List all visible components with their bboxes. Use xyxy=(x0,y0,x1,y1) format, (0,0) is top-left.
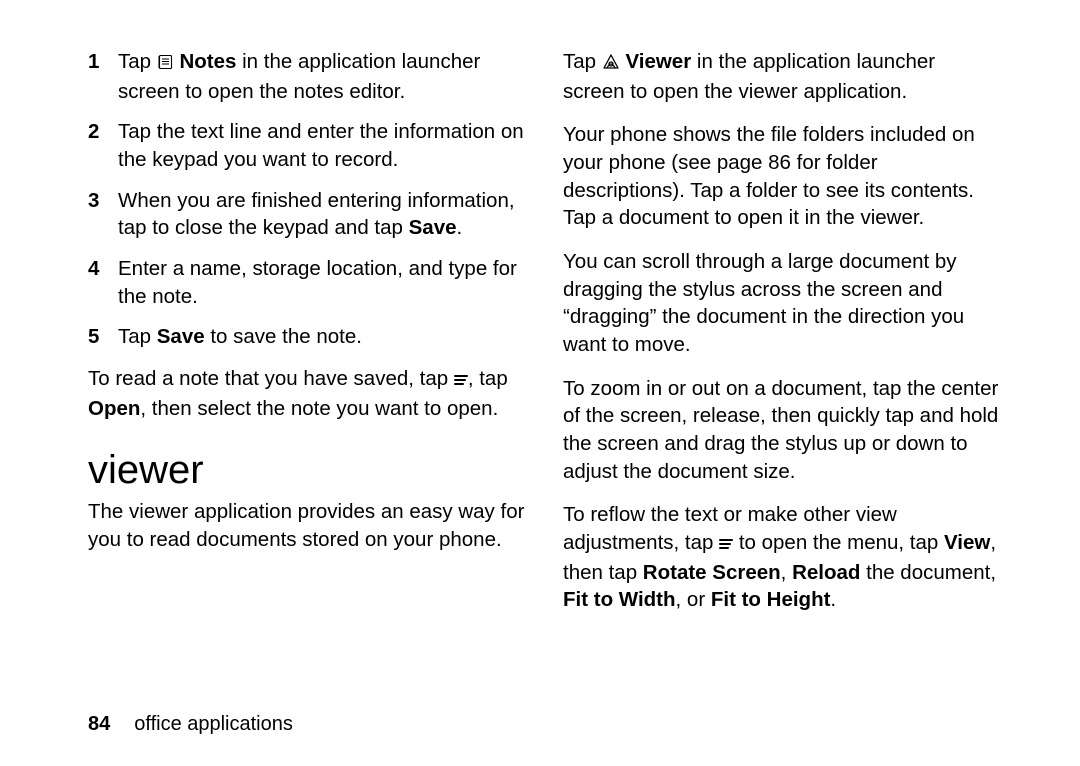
text: Tap xyxy=(118,325,157,348)
page-footer: 84 office applications xyxy=(88,705,1002,736)
text: Tap xyxy=(118,50,157,73)
menu-icon xyxy=(719,531,733,559)
save-label: Save xyxy=(157,325,205,348)
viewer-label: Viewer xyxy=(625,50,691,73)
rotate-screen-label: Rotate Screen xyxy=(643,561,781,584)
step-number: 4 xyxy=(88,255,118,283)
step-4: 4 Enter a name, storage location, and ty… xyxy=(88,255,527,310)
step-2: 2 Tap the text line and enter the inform… xyxy=(88,118,527,173)
scroll-paragraph: You can scroll through a large document … xyxy=(563,248,1002,359)
step-text: When you are finished entering informati… xyxy=(118,187,527,242)
page-number: 84 xyxy=(88,713,110,736)
step-text: Tap the text line and enter the informat… xyxy=(118,118,527,173)
text: Tap xyxy=(563,50,602,73)
text: , or xyxy=(676,588,711,611)
step-text: Tap Notes in the application launcher sc… xyxy=(118,48,527,105)
text: . xyxy=(830,588,836,611)
text: the document, xyxy=(860,561,996,584)
viewer-icon xyxy=(602,50,620,78)
text: To read a note that you have saved, tap xyxy=(88,367,454,390)
zoom-paragraph: To zoom in or out on a document, tap the… xyxy=(563,375,1002,486)
step-number: 3 xyxy=(88,187,118,215)
section-name: office applications xyxy=(134,713,293,736)
view-label: View xyxy=(944,531,990,554)
steps-list: 1 Tap Notes in the application launcher … xyxy=(88,48,527,351)
notes-icon xyxy=(157,50,174,78)
manual-page: 1 Tap Notes in the application launcher … xyxy=(0,0,1080,766)
text: , xyxy=(781,561,792,584)
step-number: 2 xyxy=(88,118,118,146)
step-5: 5 Tap Save to save the note. xyxy=(88,323,527,351)
text: to save the note. xyxy=(205,325,362,348)
text: , then select the note you want to open. xyxy=(140,397,498,420)
save-label: Save xyxy=(409,216,457,239)
read-note-paragraph: To read a note that you have saved, tap … xyxy=(88,365,527,422)
text: , tap xyxy=(468,367,508,390)
left-column: 1 Tap Notes in the application launcher … xyxy=(88,48,527,705)
fit-to-width-label: Fit to Width xyxy=(563,588,676,611)
step-1: 1 Tap Notes in the application launcher … xyxy=(88,48,527,105)
open-label: Open xyxy=(88,397,140,420)
text: to open the menu, tap xyxy=(739,531,944,554)
reflow-paragraph: To reflow the text or make other view ad… xyxy=(563,501,1002,614)
folders-paragraph: Your phone shows the file folders includ… xyxy=(563,121,1002,232)
notes-label: Notes xyxy=(179,50,236,73)
step-number: 1 xyxy=(88,48,118,76)
viewer-heading: viewer xyxy=(88,448,527,492)
menu-icon xyxy=(454,367,468,395)
reload-label: Reload xyxy=(792,561,860,584)
step-text: Tap Save to save the note. xyxy=(118,323,527,351)
step-number: 5 xyxy=(88,323,118,351)
right-column: Tap Viewer in the application launcher s… xyxy=(563,48,1002,705)
fit-to-height-label: Fit to Height xyxy=(711,588,831,611)
step-3: 3 When you are finished entering informa… xyxy=(88,187,527,242)
viewer-description: The viewer application provides an easy … xyxy=(88,498,527,553)
viewer-launch-paragraph: Tap Viewer in the application launcher s… xyxy=(563,48,1002,105)
text: . xyxy=(457,216,463,239)
column-container: 1 Tap Notes in the application launcher … xyxy=(88,48,1002,705)
step-text: Enter a name, storage location, and type… xyxy=(118,255,527,310)
